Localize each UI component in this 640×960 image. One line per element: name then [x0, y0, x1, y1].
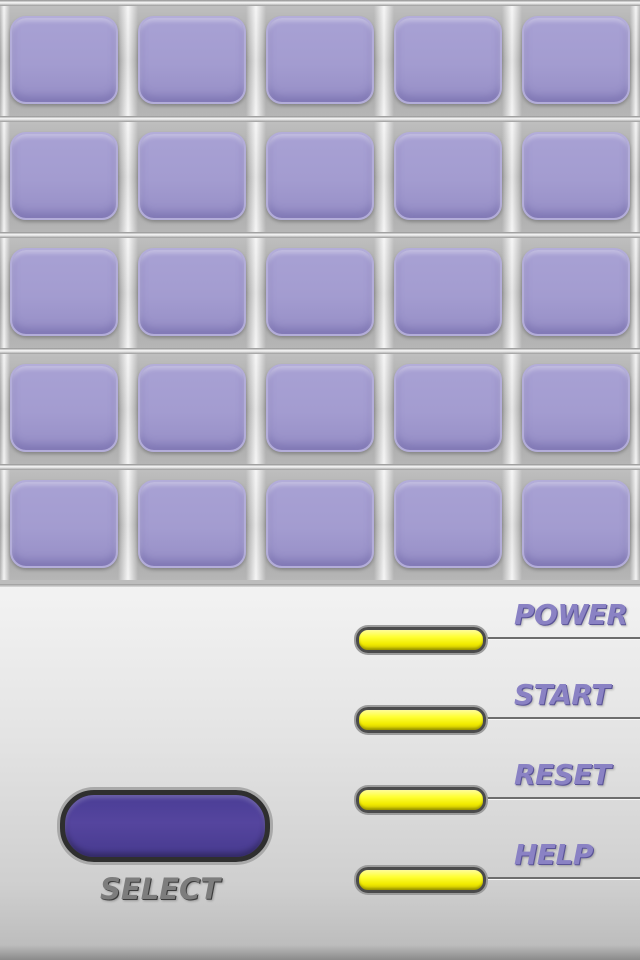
reset-label: RESET — [514, 758, 611, 791]
tile[interactable] — [394, 248, 502, 336]
start-button[interactable] — [356, 707, 486, 733]
tile[interactable] — [10, 480, 118, 568]
tile[interactable] — [138, 248, 246, 336]
tile[interactable] — [522, 480, 630, 568]
start-label: START — [514, 678, 610, 711]
tile[interactable] — [266, 132, 374, 220]
tile-row — [0, 6, 640, 116]
tile[interactable] — [394, 480, 502, 568]
tile[interactable] — [10, 248, 118, 336]
tile[interactable] — [266, 16, 374, 104]
tile[interactable] — [10, 16, 118, 104]
reset-button[interactable] — [356, 787, 486, 813]
tile[interactable] — [266, 248, 374, 336]
panel-divider — [0, 584, 640, 587]
tile[interactable] — [10, 132, 118, 220]
select-button[interactable] — [60, 790, 270, 862]
help-button[interactable] — [356, 867, 486, 893]
tile[interactable] — [138, 480, 246, 568]
power-button[interactable] — [356, 627, 486, 653]
tile[interactable] — [10, 364, 118, 452]
tile-row — [0, 470, 640, 580]
tile[interactable] — [522, 16, 630, 104]
tile-row — [0, 122, 640, 232]
tile[interactable] — [266, 364, 374, 452]
reset-line — [480, 797, 640, 799]
tile[interactable] — [394, 364, 502, 452]
tile-row — [0, 354, 640, 464]
tile[interactable] — [138, 132, 246, 220]
power-label: POWER — [514, 598, 628, 631]
tile[interactable] — [522, 364, 630, 452]
tile[interactable] — [522, 132, 630, 220]
tile[interactable] — [138, 364, 246, 452]
tile[interactable] — [266, 480, 374, 568]
start-line — [480, 717, 640, 719]
tile[interactable] — [394, 16, 502, 104]
tile-grid — [0, 0, 640, 584]
select-label: SELECT — [100, 872, 221, 906]
tile-row — [0, 238, 640, 348]
tile[interactable] — [522, 248, 630, 336]
tile[interactable] — [394, 132, 502, 220]
help-label: HELP — [514, 838, 593, 871]
tile[interactable] — [138, 16, 246, 104]
power-line — [480, 637, 640, 639]
help-line — [480, 877, 640, 879]
